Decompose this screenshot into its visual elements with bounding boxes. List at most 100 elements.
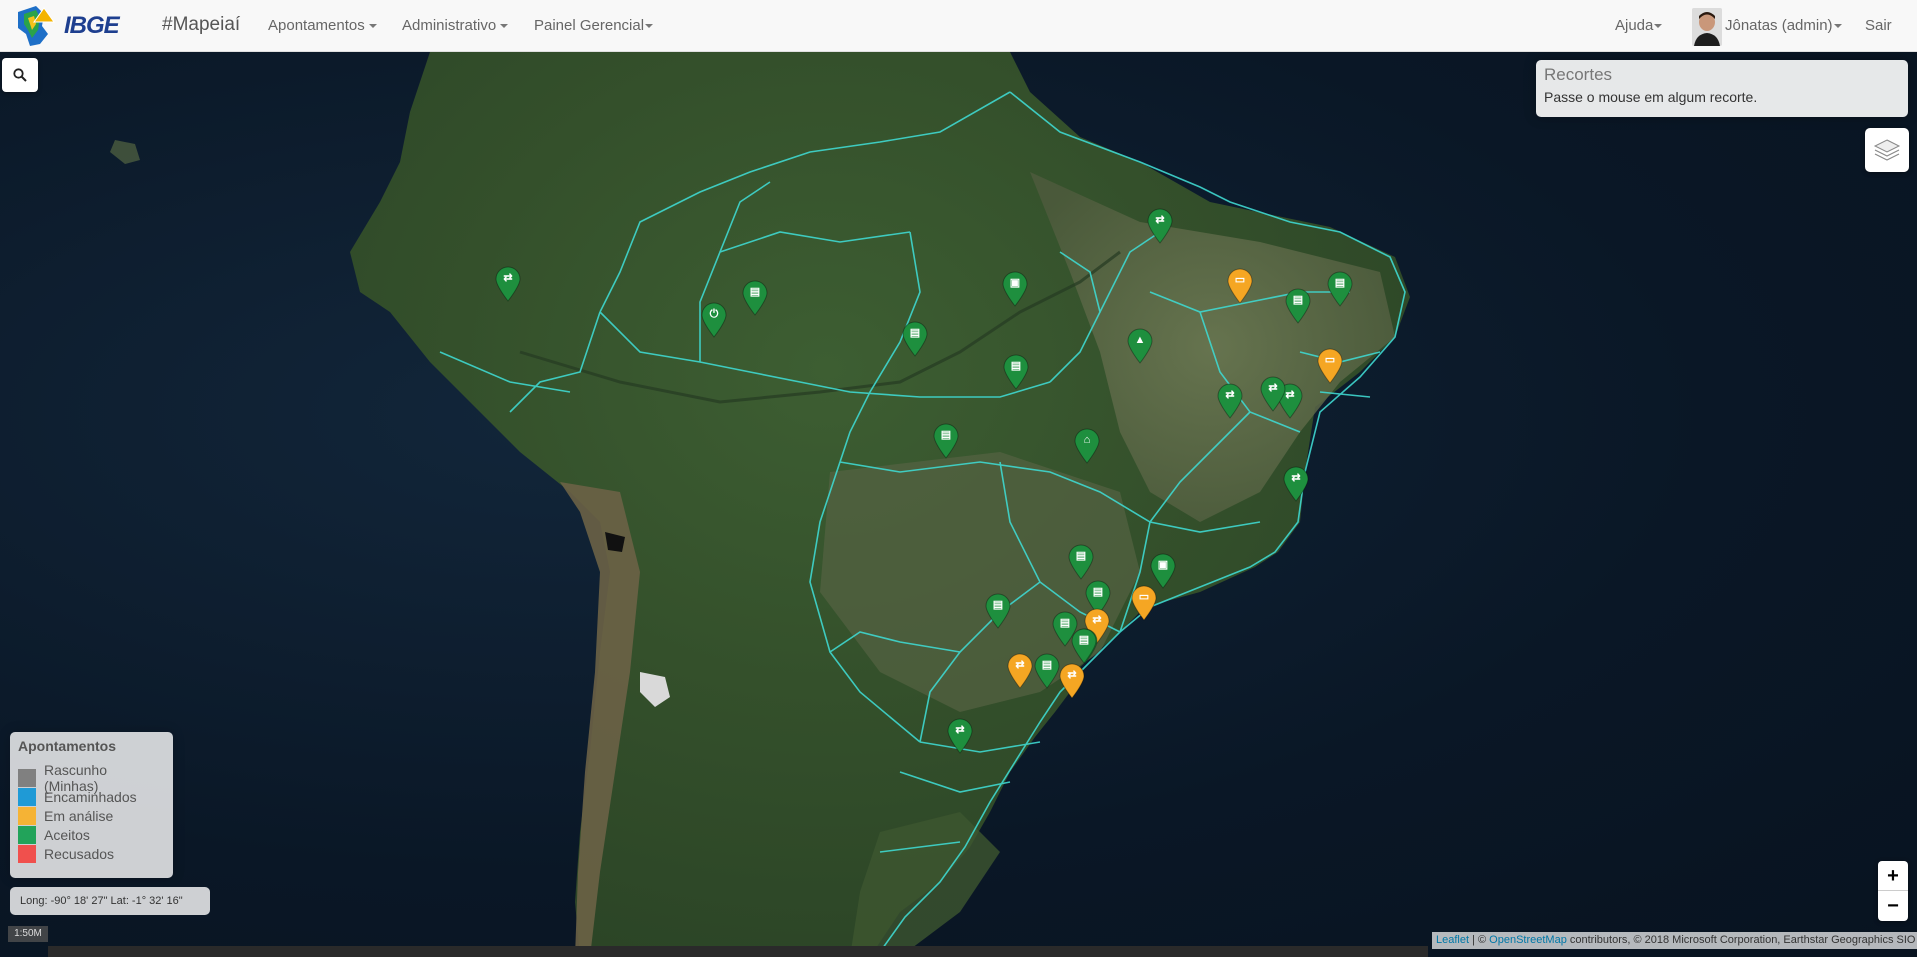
factory-icon: ▤	[1010, 360, 1022, 372]
legend-swatch	[18, 844, 36, 863]
factory-icon: ▤	[1334, 277, 1346, 289]
map-marker-accepted[interactable]: ⇄	[1147, 208, 1173, 244]
osm-link[interactable]: OpenStreetMap	[1489, 934, 1567, 946]
recortes-hint: Passe o mouse em algum recorte.	[1544, 89, 1758, 105]
bed-icon: ▭	[1324, 354, 1336, 366]
caret-down-icon	[645, 24, 654, 29]
user-avatar[interactable]	[1692, 8, 1722, 46]
bed-icon: ▭	[1138, 591, 1150, 603]
legend-title: Apontamentos	[18, 738, 116, 754]
wrench-icon: ⇄	[1268, 382, 1278, 394]
factory-icon: ▤	[749, 286, 761, 298]
power-icon: ⏻	[709, 308, 719, 320]
zoom-out-button[interactable]: −	[1878, 891, 1908, 921]
map-marker-accepted[interactable]: ⇄	[1283, 466, 1309, 502]
map-marker-accepted[interactable]: ⇄	[947, 718, 973, 754]
map-marker-accepted[interactable]: ▲	[1127, 328, 1153, 364]
logout-link[interactable]: Sair	[1865, 17, 1892, 34]
layers-control-button[interactable]	[1865, 128, 1909, 172]
map-marker-accepted[interactable]: ▤	[1285, 288, 1311, 324]
menu-label: Ajuda	[1615, 17, 1654, 34]
map-marker-accepted[interactable]: ▤	[1068, 544, 1094, 580]
brazil-flag-icon	[14, 4, 62, 48]
menu-administrativo[interactable]: Administrativo	[402, 17, 509, 34]
legend-swatch	[18, 787, 36, 806]
factory-icon: ▤	[1075, 550, 1087, 562]
wrench-icon: ⇄	[1225, 389, 1235, 401]
map-marker-accepted[interactable]: ⇄	[1260, 376, 1286, 412]
bus-icon: ▣	[1157, 559, 1169, 571]
map-marker-accepted[interactable]: ▤	[1071, 628, 1097, 664]
attribution-text: contributors, © 2018 Microsoft Corporati…	[1566, 934, 1916, 946]
factory-icon: ▤	[909, 327, 921, 339]
map-marker-in-analysis[interactable]: ▭	[1227, 268, 1253, 304]
recortes-title: Recortes	[1544, 65, 1613, 84]
map-attribution: Leaflet | © OpenStreetMap contributors, …	[1432, 932, 1917, 949]
map-marker-accepted[interactable]: ⇄	[495, 266, 521, 302]
map-marker-accepted[interactable]: ▤	[1003, 354, 1029, 390]
caret-down-icon	[1654, 24, 1663, 29]
wrench-icon: ⇄	[1015, 659, 1025, 671]
satellite-basemap	[110, 52, 1410, 957]
map-marker-in-analysis[interactable]: ▭	[1317, 348, 1343, 384]
map-marker-accepted[interactable]: ⌂	[1074, 428, 1100, 464]
factory-icon: ▤	[940, 429, 952, 441]
bus-icon: ▣	[1009, 277, 1021, 289]
legend-swatch	[18, 806, 36, 825]
menu-label: Apontamentos	[268, 17, 365, 34]
legend-item-aceitos: Aceitos	[18, 825, 165, 844]
map-marker-accepted[interactable]: ▤	[742, 280, 768, 316]
map-marker-accepted[interactable]: ⇄	[1217, 383, 1243, 419]
wrench-icon: ⇄	[955, 724, 965, 736]
map-scale: 1:50M	[8, 926, 48, 942]
mouse-coordinates: Long: -90° 18' 27" Lat: -1° 32' 16"	[10, 887, 210, 915]
factory-icon: ▤	[1078, 634, 1090, 646]
map-search-button[interactable]	[2, 58, 38, 92]
graduation-icon: ⌂	[1083, 434, 1091, 446]
caret-down-icon	[368, 24, 377, 29]
caret-down-icon	[500, 24, 509, 29]
menu-label: Painel Gerencial	[534, 17, 645, 34]
factory-icon: ▤	[1292, 294, 1304, 306]
factory-icon: ▤	[1092, 586, 1104, 598]
map-marker-accepted[interactable]: ⏻	[701, 302, 727, 338]
map-canvas[interactable]: Recortes Passe o mouse em algum recorte.…	[0, 52, 1917, 957]
map-marker-accepted[interactable]: ▣	[1150, 553, 1176, 589]
recortes-info-panel: Recortes Passe o mouse em algum recorte.	[1536, 60, 1908, 117]
legend-item-em-analise: Em análise	[18, 806, 165, 825]
warning-icon: ▲	[1134, 334, 1146, 346]
legend-item-recusados: Recusados	[18, 844, 165, 863]
map-marker-accepted[interactable]: ▤	[1327, 271, 1353, 307]
bottom-strip	[48, 946, 1428, 957]
menu-apontamentos[interactable]: Apontamentos	[268, 17, 377, 34]
map-marker-in-analysis[interactable]: ⇄	[1007, 653, 1033, 689]
legend-label: Recusados	[44, 845, 115, 862]
search-icon	[13, 68, 27, 82]
status-legend: Apontamentos Rascunho (Minhas) Encaminha…	[10, 732, 173, 878]
user-menu[interactable]: Jônatas (admin)	[1725, 17, 1842, 34]
map-marker-in-analysis[interactable]: ⇄	[1059, 663, 1085, 699]
legend-label: Aceitos	[44, 826, 90, 843]
legend-swatch	[18, 768, 36, 787]
map-marker-accepted[interactable]: ▣	[1002, 271, 1028, 307]
layers-icon	[1873, 139, 1901, 161]
legend-label: Em análise	[44, 807, 114, 824]
menu-painel-gerencial[interactable]: Painel Gerencial	[534, 17, 654, 34]
legend-item-rascunho: Rascunho (Minhas)	[18, 762, 165, 794]
map-marker-accepted[interactable]: ▤	[902, 321, 928, 357]
map-marker-in-analysis[interactable]: ▭	[1131, 585, 1157, 621]
ibge-logo[interactable]: IBGE	[14, 4, 148, 48]
wrench-icon: ⇄	[1067, 669, 1077, 681]
map-marker-accepted[interactable]: ▤	[985, 593, 1011, 629]
menu-ajuda[interactable]: Ajuda	[1615, 17, 1663, 34]
menu-label: Administrativo	[402, 17, 497, 34]
map-marker-accepted[interactable]: ▤	[1034, 653, 1060, 689]
map-marker-accepted[interactable]: ▤	[933, 423, 959, 459]
leaflet-link[interactable]: Leaflet	[1436, 934, 1469, 946]
user-name: Jônatas (admin)	[1725, 17, 1833, 34]
factory-icon: ▤	[1041, 659, 1053, 671]
zoom-in-button[interactable]: +	[1878, 861, 1908, 891]
wrench-icon: ⇄	[1092, 614, 1102, 626]
brand-name[interactable]: #Mapeiaí	[162, 14, 240, 36]
wrench-icon: ⇄	[1155, 214, 1165, 226]
